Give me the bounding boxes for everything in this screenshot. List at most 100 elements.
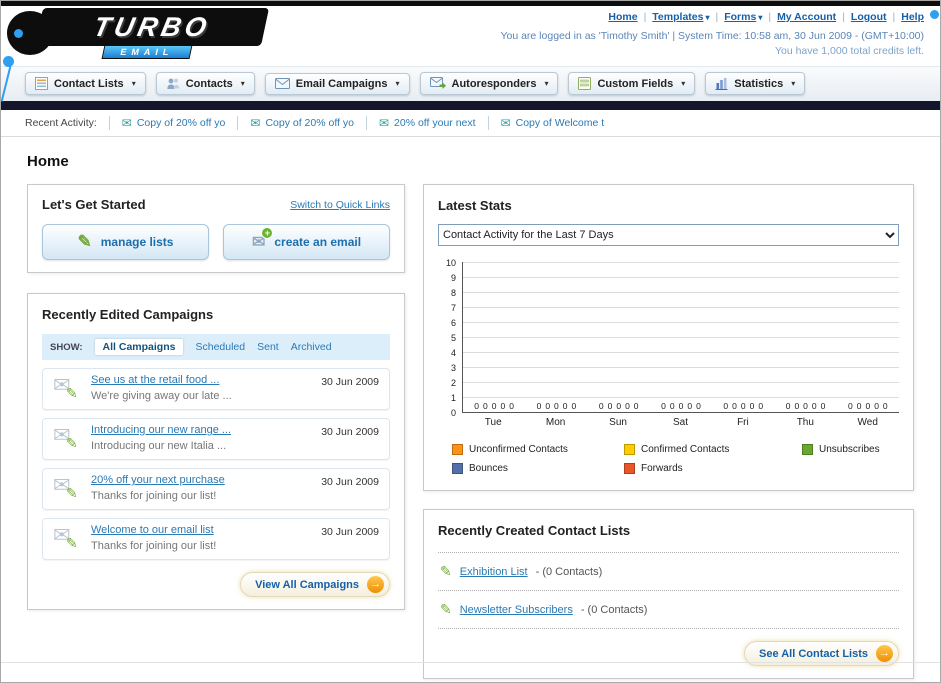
- top-link-forms[interactable]: Forms▾: [709, 11, 762, 23]
- legend-label: Bounces: [469, 463, 508, 474]
- chart-value-label: 0: [616, 401, 622, 411]
- chart-value-label: 0: [794, 401, 800, 411]
- chart-x-tick-label: Sat: [672, 417, 688, 428]
- envelope-plus-icon: ✉ +: [252, 227, 274, 252]
- chart-value-label: 0: [687, 401, 693, 411]
- chart-value-label: 0: [483, 401, 488, 411]
- tab-label: Contact Lists: [54, 77, 124, 90]
- recent-activity-item[interactable]: ✉ Copy of Welcome t: [487, 116, 617, 130]
- chart-x-tick-label: Fri: [737, 417, 749, 428]
- chart-value-label: 0: [874, 401, 879, 411]
- chart-x-labels: Tue Mon Sun Sat Fri Thu Wed: [462, 413, 899, 428]
- view-all-campaigns-button[interactable]: View All Campaigns →: [240, 572, 390, 597]
- top-link-logout[interactable]: Logout: [836, 11, 887, 23]
- recent-activity-item[interactable]: ✉ 20% off your next: [365, 116, 488, 130]
- campaign-row[interactable]: ✉ ✎ Welcome to our email list Thanks for …: [42, 518, 390, 560]
- recent-activity-item[interactable]: ✉ Copy of 20% off yo: [108, 116, 238, 130]
- legend-label: Confirmed Contacts: [641, 444, 730, 455]
- campaign-row[interactable]: ✉ ✎ See us at the retail food ... We're g…: [42, 368, 390, 410]
- email-campaigns-icon: [274, 78, 290, 89]
- filter-archived[interactable]: Archived: [291, 341, 332, 353]
- campaign-title-link[interactable]: See us at the retail food ...: [91, 374, 313, 386]
- switch-to-quick-links[interactable]: Switch to Quick Links: [290, 199, 390, 211]
- plus-icon: +: [261, 227, 274, 239]
- recent-activity-label: Recent Activity:: [25, 117, 97, 129]
- chart-value-label: 0: [803, 401, 808, 411]
- view-all-campaigns-label: View All Campaigns: [255, 578, 359, 591]
- chart-value-label: 0: [696, 401, 701, 411]
- stats-period-select[interactable]: Contact Activity for the Last 7 Days: [438, 224, 899, 246]
- top-link-help[interactable]: Help: [887, 11, 924, 23]
- campaign-date: 30 Jun 2009: [321, 526, 379, 538]
- logo-subtitle: EMAIL: [101, 45, 193, 59]
- recent-activity-link[interactable]: Copy of 20% off yo: [137, 117, 226, 129]
- top-link-label: Help: [901, 11, 924, 23]
- tab-custom-fields[interactable]: Custom Fields ▾: [568, 72, 696, 95]
- legend-swatch: [452, 444, 463, 455]
- chart-value-label: 0: [865, 401, 871, 411]
- filter-all-campaigns[interactable]: All Campaigns: [94, 339, 184, 355]
- chart-value-label: 0: [491, 401, 497, 411]
- chart-bar-group: 00000: [588, 401, 650, 412]
- chart-value-label: 0: [625, 401, 630, 411]
- chevron-down-icon: ▾: [131, 79, 136, 88]
- recent-activity-link[interactable]: Copy of Welcome t: [516, 117, 605, 129]
- recent-activity-link[interactable]: 20% off your next: [394, 117, 476, 129]
- create-email-button[interactable]: ✉ + create an email: [223, 224, 390, 260]
- recent-activity-link[interactable]: Copy of 20% off yo: [265, 117, 354, 129]
- tab-label: Custom Fields: [597, 77, 674, 90]
- legend-item: Unconfirmed Contacts: [452, 444, 624, 455]
- filter-scheduled[interactable]: Scheduled: [195, 341, 245, 353]
- custom-fields-icon: [578, 77, 592, 90]
- tab-contact-lists[interactable]: Contact Lists ▾: [25, 72, 146, 95]
- app-logo[interactable]: TURBO EMAIL: [7, 8, 275, 60]
- chart-y-tick-label: 1: [450, 393, 456, 403]
- filter-sent[interactable]: Sent: [257, 341, 279, 353]
- chart-value-label: 0: [474, 401, 480, 411]
- recent-activity-item[interactable]: ✉ Copy of 20% off yo: [237, 116, 366, 130]
- campaign-date: 30 Jun 2009: [321, 476, 379, 488]
- chart-value-label: 0: [545, 401, 551, 411]
- pencil-icon: ✎: [440, 563, 452, 579]
- contact-list-link[interactable]: Newsletter Subscribers: [460, 604, 573, 616]
- chart-value-label: 0: [607, 401, 613, 411]
- tab-contacts[interactable]: Contacts ▾: [155, 72, 255, 95]
- contact-list-link[interactable]: Exhibition List: [460, 566, 528, 578]
- main-nav-tabs: Contact Lists ▾ Contacts ▾ Email Campaig…: [1, 66, 940, 101]
- chart-value-label: 0: [811, 401, 817, 411]
- chart-value-label: 0: [536, 401, 542, 411]
- manage-lists-button[interactable]: ✎ manage lists: [42, 224, 209, 260]
- tab-statistics[interactable]: Statistics ▾: [705, 72, 806, 95]
- top-link-label: Home: [608, 11, 638, 23]
- top-link-home[interactable]: Home: [608, 11, 637, 23]
- legend-item: Bounces: [452, 463, 624, 474]
- get-started-title: Let's Get Started: [42, 197, 146, 212]
- recent-contact-lists-panel: Recently Created Contact Lists ✎ Exhibit…: [423, 509, 914, 679]
- pencil-icon: ✎: [440, 601, 452, 617]
- contact-list-item[interactable]: ✎ Exhibition List - (0 Contacts): [438, 552, 899, 590]
- chart-plot-area: 00000000000000000000000000000000000: [462, 262, 899, 413]
- recent-activity-bar: Recent Activity: ✉ Copy of 20% off yo ✉ …: [1, 110, 940, 137]
- tab-email-campaigns[interactable]: Email Campaigns ▾: [264, 72, 410, 95]
- campaign-title-link[interactable]: Introducing our new range ...: [91, 424, 313, 436]
- legend-swatch: [802, 444, 813, 455]
- chart-bar-group: 00000: [463, 401, 525, 412]
- top-link-my-account[interactable]: My Account: [762, 11, 836, 23]
- contact-list-item[interactable]: ✎ Newsletter Subscribers - (0 Contacts): [438, 590, 899, 628]
- chart-value-label: 0: [740, 401, 746, 411]
- chart-value-label: 0: [732, 401, 737, 411]
- tab-autoresponders[interactable]: Autoresponders ▾: [419, 72, 559, 95]
- campaign-row[interactable]: ✉ ✎ Introducing our new range ... Introdu…: [42, 418, 390, 460]
- email-edit-icon: ✉ ✎: [53, 523, 78, 551]
- top-link-templates[interactable]: Templates▾: [638, 11, 709, 23]
- chart-value-label: 0: [661, 401, 666, 411]
- chart-value-label: 0: [598, 401, 604, 411]
- statistics-icon: [715, 77, 728, 90]
- campaign-row[interactable]: ✉ ✎ 20% off your next purchase Thanks for…: [42, 468, 390, 510]
- left-column: Let's Get Started Switch to Quick Links …: [27, 184, 405, 610]
- campaign-title-link[interactable]: 20% off your next purchase: [91, 474, 313, 486]
- chart-groups: 00000000000000000000000000000000000: [463, 262, 899, 412]
- contact-list-count: - (0 Contacts): [580, 603, 648, 616]
- campaign-title-link[interactable]: Welcome to our email list: [91, 524, 313, 536]
- chart-value-label: 0: [509, 401, 514, 411]
